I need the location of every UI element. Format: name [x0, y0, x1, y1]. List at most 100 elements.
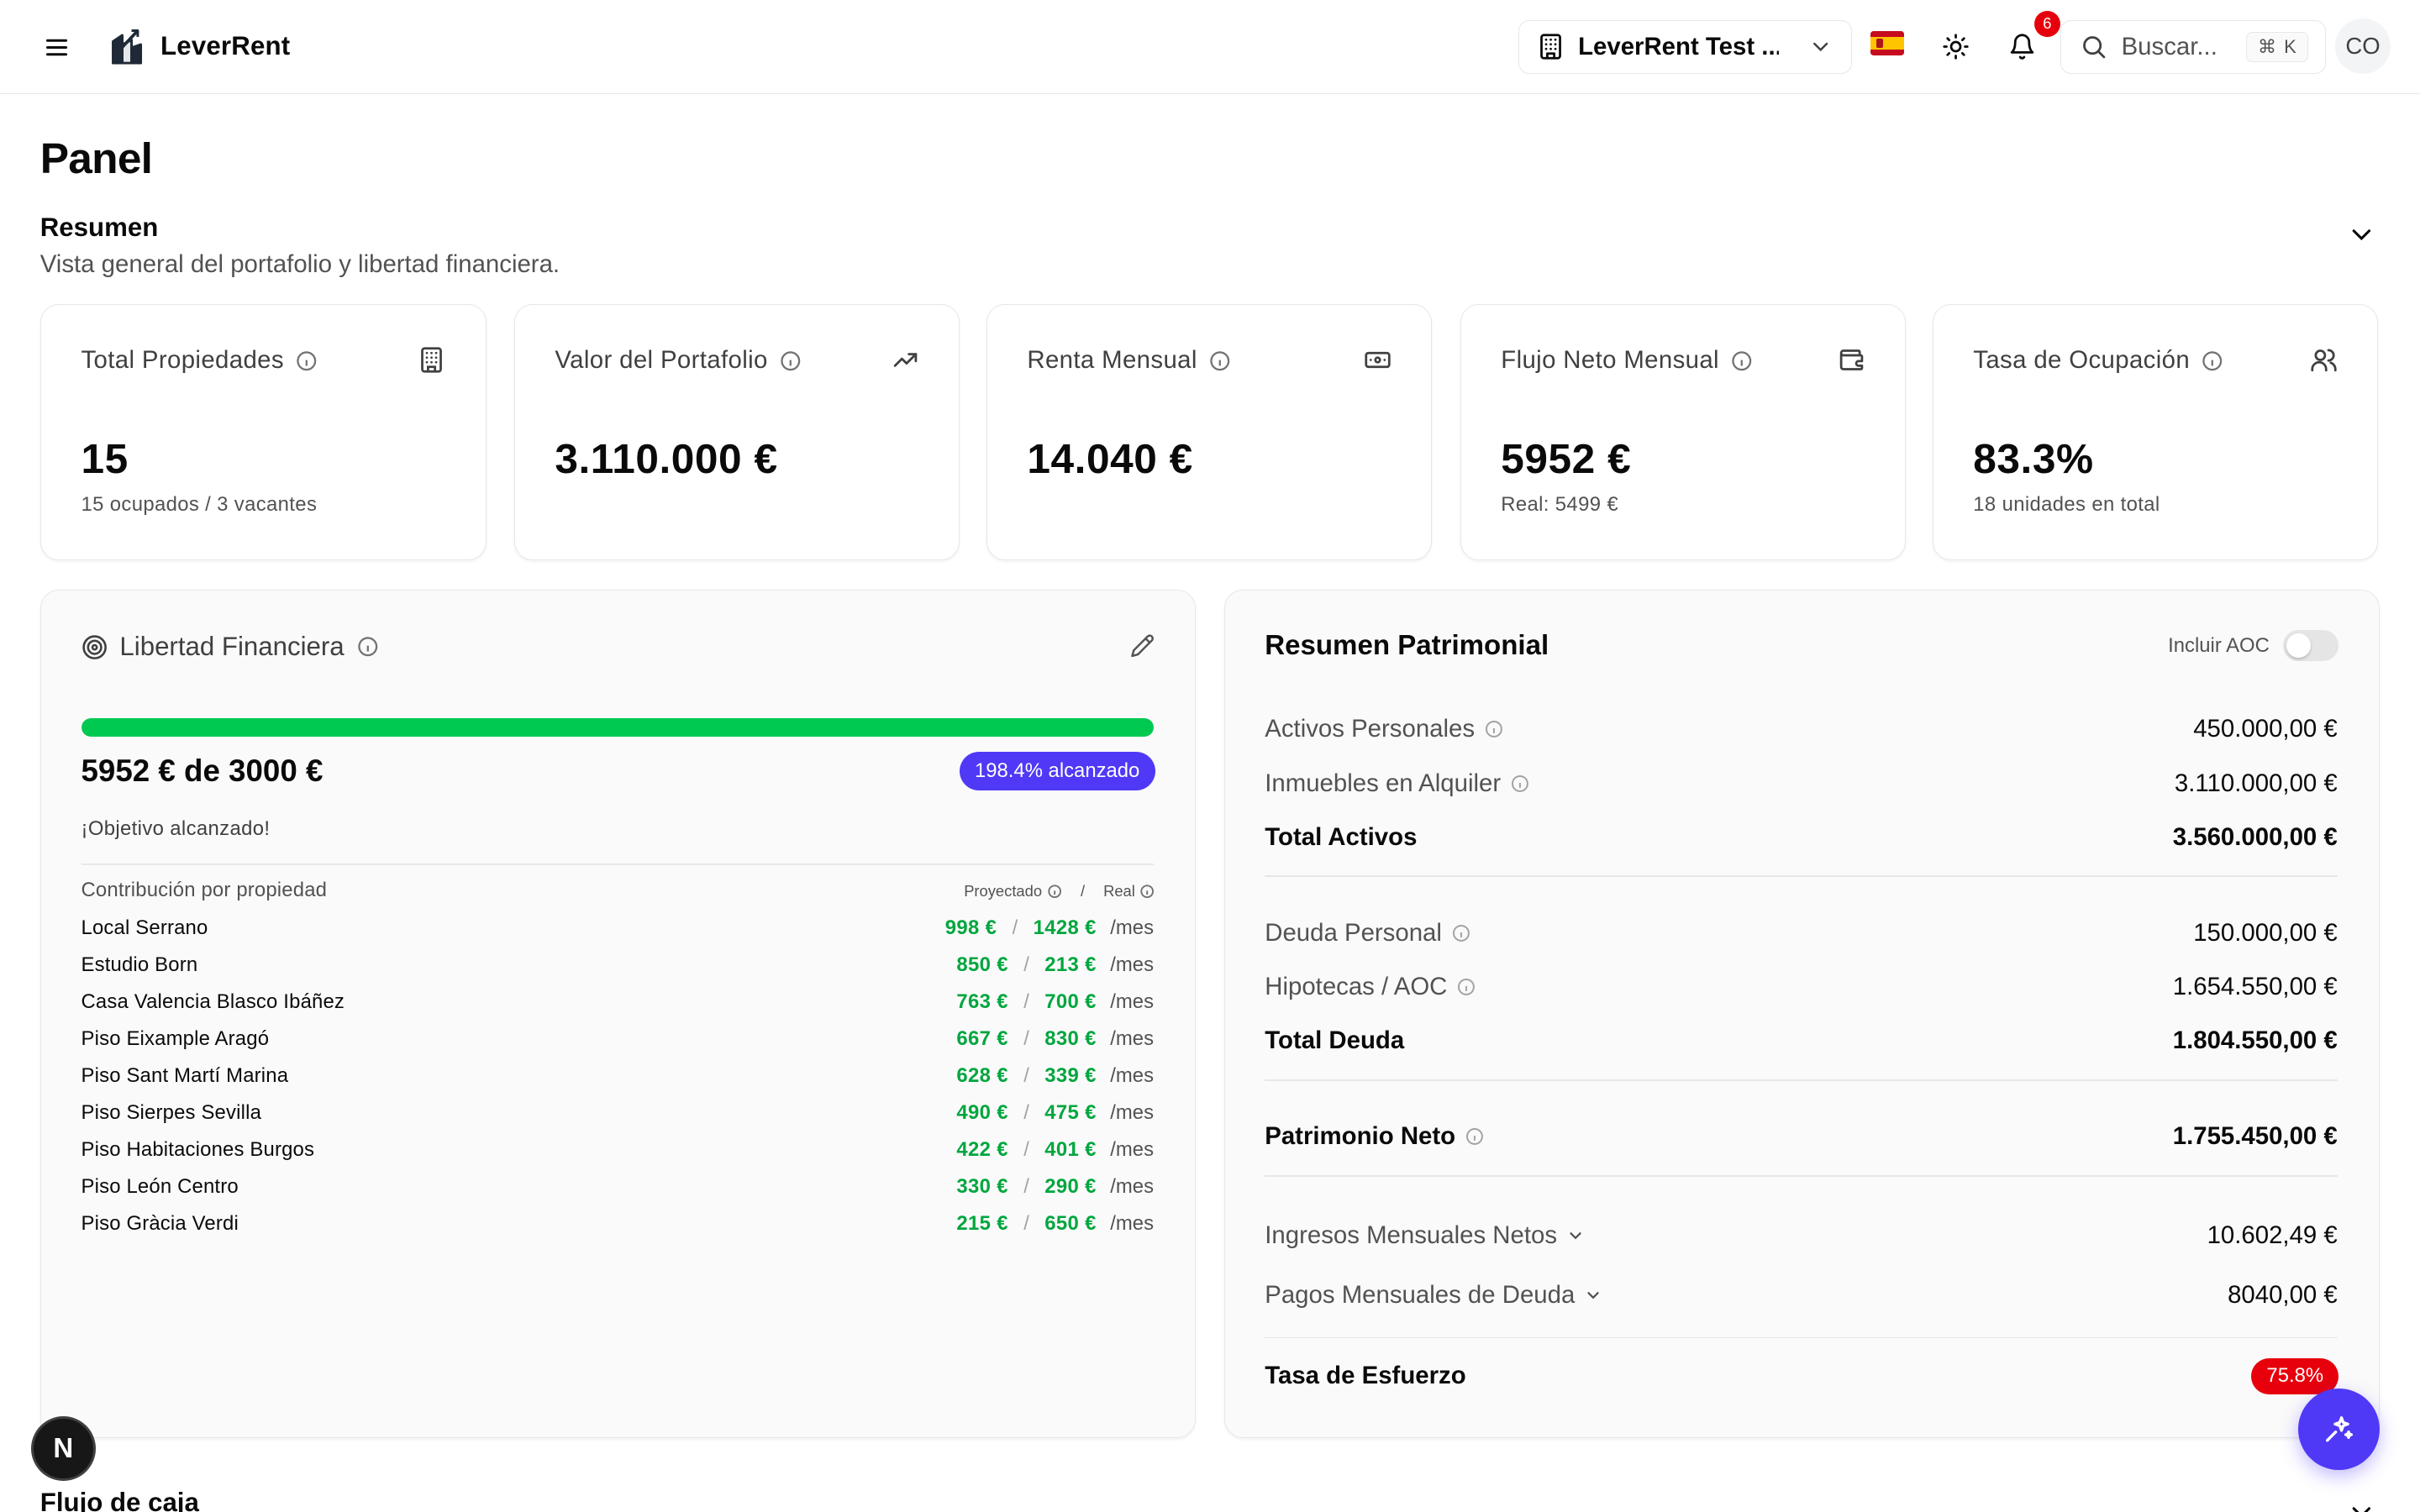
info-icon[interactable] [1139, 884, 1155, 899]
rental-properties-value: 3.110.000,00 € [2174, 769, 2338, 797]
info-icon[interactable] [356, 635, 380, 659]
financial-freedom-title-text: Libertad Financiera [119, 632, 345, 662]
top-bar: LeverRent LeverRent Test ... 6 Buscar...… [0, 0, 2420, 95]
menu-icon [46, 39, 68, 56]
property-values: 490 € / 475 € /mes [956, 1101, 1154, 1125]
contribution-row: Piso Eixample Aragó 667 € / 830 € /mes [82, 1021, 1155, 1058]
command-key: ⌘ [2257, 36, 2276, 58]
chevron-down-icon [1808, 34, 1833, 59]
card-monthly-rent: Renta Mensual 14.040 € [986, 303, 1433, 560]
divider [1265, 875, 2338, 878]
search-button[interactable]: Buscar... ⌘ K [2060, 19, 2326, 75]
per-month: /mes [1110, 1064, 1154, 1088]
card-value: 5952 € [1501, 435, 1632, 483]
cashflow-section-title: Flujo de caja [39, 1487, 199, 1512]
chevron-down-icon [1587, 1292, 1600, 1299]
value-separator: / [1012, 916, 1018, 939]
chevron-down-icon [1570, 1231, 1581, 1240]
goal-progress-fill [81, 718, 1154, 738]
info-icon[interactable] [1484, 719, 1504, 739]
edit-goal-button[interactable] [1130, 633, 1155, 664]
card-label-text: Valor del Portafolio [555, 346, 768, 375]
menu-button[interactable] [37, 28, 77, 68]
personal-assets-label: Activos Personales [1265, 715, 1476, 743]
contribution-row: Piso Gràcia Verdi 215 € / 650 € /mes [82, 1205, 1155, 1242]
ai-assistant-button[interactable] [2297, 1389, 2381, 1471]
info-icon[interactable] [295, 349, 318, 373]
divider [1265, 1336, 2338, 1339]
contribution-row: Estudio Born 850 € / 213 € /mes [82, 947, 1155, 984]
personal-debt-label: Deuda Personal [1265, 918, 1442, 947]
total-assets-value: 3.560.000,00 € [2172, 822, 2338, 851]
card-subtext: 18 unidades en total [1973, 492, 2160, 516]
property-values: 330 € / 290 € /mes [956, 1175, 1154, 1199]
value-separator: / [1023, 1027, 1029, 1051]
projected-value: 763 € [956, 990, 1008, 1013]
real-value: 339 € [1044, 1064, 1097, 1088]
goal-achieved-badge: 198.4% alcanzado [959, 752, 1155, 791]
per-month: /mes [1110, 990, 1154, 1013]
row-personal-assets: Activos Personales 450.000,00 € [1265, 715, 2338, 743]
dev-tools-button[interactable]: N [30, 1416, 96, 1482]
organization-select[interactable]: LeverRent Test ... [1518, 19, 1853, 75]
real-value: 290 € [1044, 1175, 1097, 1199]
info-icon[interactable] [1451, 923, 1471, 943]
user-avatar[interactable]: CO [2334, 18, 2391, 75]
info-icon[interactable] [1208, 349, 1232, 373]
card-value: 83.3% [1973, 435, 2094, 483]
value-separator: / [1023, 1101, 1029, 1125]
patrimony-panel: Resumen Patrimonial Incluir AOC Activos … [1223, 589, 2381, 1438]
contribution-row: Casa Valencia Blasco Ibáñez 763 € / 700 € /m… [82, 984, 1155, 1021]
pencil-icon [1131, 634, 1155, 658]
value-separator: / [1023, 1064, 1029, 1088]
contribution-heading: Contribución por propiedad [81, 879, 328, 902]
goal-amount: 5952 € de 3000 € [81, 753, 324, 789]
total-assets-label: Total Activos [1265, 822, 1418, 851]
summary-collapse-button[interactable] [2346, 219, 2377, 257]
card-label-text: Tasa de Ocupación [1973, 346, 2191, 375]
projected-value: 330 € [956, 1175, 1008, 1199]
info-icon[interactable] [1047, 884, 1062, 899]
value-separator: / [1023, 1212, 1029, 1236]
spain-flag-icon[interactable] [1870, 30, 1905, 56]
contribution-list: Local Serrano 998 €/1428 €/mes Estudio Bor… [82, 910, 1155, 1243]
search-shortcut: ⌘ K [2246, 31, 2308, 63]
per-month: /mes [1110, 916, 1154, 939]
theme-toggle-button[interactable] [1937, 28, 1974, 65]
row-debt-payments[interactable]: Pagos Mensuales de Deuda 8040,00 € [1265, 1281, 2338, 1310]
info-icon[interactable] [779, 349, 802, 373]
info-icon[interactable] [2201, 349, 2224, 373]
logo-icon[interactable] [108, 26, 145, 66]
notifications-button[interactable] [2003, 28, 2040, 65]
wallet-icon [1838, 346, 1865, 381]
card-label: Tasa de Ocupación [1973, 346, 2223, 375]
cashflow-collapse-button[interactable] [2346, 1497, 2377, 1512]
contribution-row: Local Serrano 998 € / 1428 € /mes [82, 910, 1155, 947]
k-key: K [2284, 36, 2296, 58]
row-net-worth: Patrimonio Neto 1.755.450,00 € [1265, 1122, 2338, 1151]
legend-projected: Proyectado [964, 881, 1043, 900]
effort-rate-badge: 75.8% [2251, 1358, 2339, 1394]
info-icon[interactable] [1730, 349, 1754, 373]
real-value: 213 € [1044, 953, 1097, 976]
patrimony-title: Resumen Patrimonial [1265, 630, 1549, 662]
contribution-row: Piso Habitaciones Burgos 422 € / 401 € /mes [82, 1131, 1155, 1168]
per-month: /mes [1110, 1212, 1154, 1236]
card-value: 3.110.000 € [555, 435, 778, 483]
property-name: Piso Gràcia Verdi [81, 1212, 239, 1236]
bell-icon [2010, 34, 2033, 60]
value-separator: / [1023, 1138, 1029, 1162]
divider [1265, 1079, 2338, 1081]
row-net-income[interactable]: Ingresos Mensuales Netos 10.602,49 € [1265, 1221, 2338, 1250]
include-aoc-toggle[interactable] [2283, 630, 2339, 662]
info-icon[interactable] [1510, 774, 1530, 794]
personal-assets-value: 450.000,00 € [2193, 715, 2338, 743]
info-icon[interactable] [1465, 1126, 1485, 1147]
personal-debt-value: 150.000,00 € [2193, 918, 2338, 947]
brand-name[interactable]: LeverRent [160, 31, 290, 61]
projected-value: 628 € [956, 1064, 1008, 1088]
card-label: Valor del Portafolio [555, 346, 802, 375]
info-icon[interactable] [1456, 977, 1476, 997]
debt-payments-label: Pagos Mensuales de Deuda [1265, 1281, 1576, 1310]
projected-value: 490 € [956, 1101, 1008, 1125]
